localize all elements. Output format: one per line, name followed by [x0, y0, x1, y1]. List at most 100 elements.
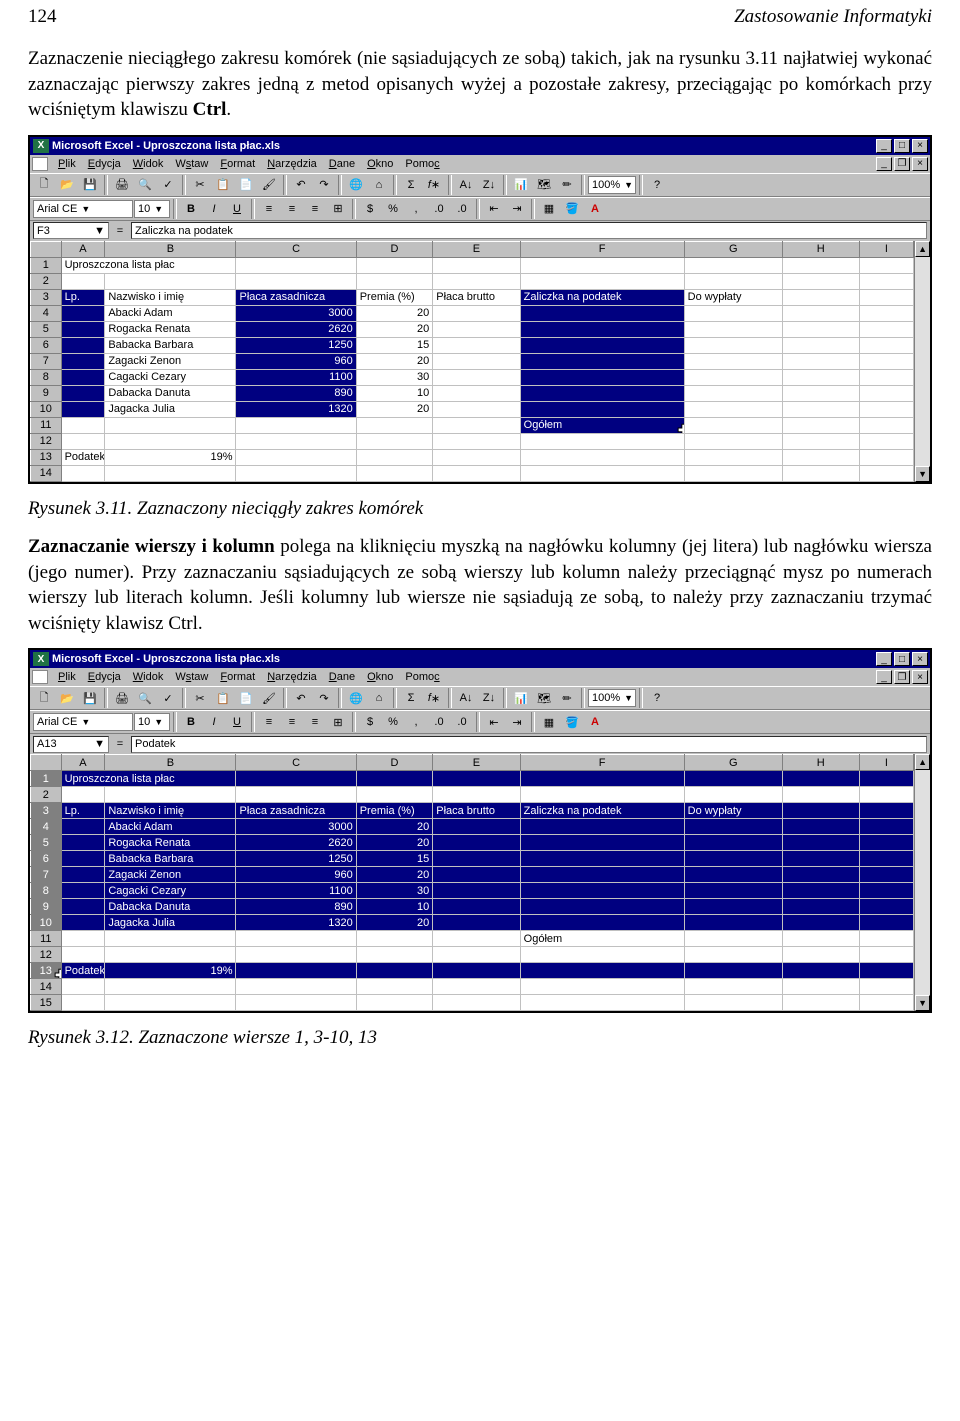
doc-restore-button[interactable]: ❐	[894, 157, 910, 171]
doc-minimize-button[interactable]: _	[876, 670, 892, 684]
borders-icon[interactable]: ▦	[538, 199, 560, 219]
decrease-decimal-icon[interactable]: .0	[451, 199, 473, 219]
maximize-button[interactable]: □	[894, 652, 910, 666]
sort-desc-icon[interactable]: Z↓	[478, 175, 500, 195]
help-icon[interactable]: ?	[646, 175, 668, 195]
cut-icon[interactable]: ✂	[189, 175, 211, 195]
sort-asc-icon[interactable]: A↓	[455, 688, 477, 708]
fill-color-icon[interactable]: 🪣	[561, 199, 583, 219]
menu-widok[interactable]: Widok	[127, 670, 170, 684]
menu-plik[interactable]: Plik	[52, 670, 82, 684]
menu-narzedzia[interactable]: Narzędzia	[261, 157, 323, 171]
redo-icon[interactable]: ↷	[313, 688, 335, 708]
menu-wstaw[interactable]: Wstaw	[169, 157, 214, 171]
currency-icon[interactable]: $	[359, 712, 381, 732]
chart-icon[interactable]: 📊	[510, 175, 532, 195]
format-painter-icon[interactable]: 🖌	[258, 688, 280, 708]
print-icon[interactable]: 🖨	[111, 688, 133, 708]
menu-format[interactable]: Format	[214, 670, 261, 684]
scroll-down-icon[interactable]: ▼	[915, 466, 930, 482]
font-name-combo[interactable]: Arial CE▼	[33, 200, 133, 218]
zoom-combo[interactable]: 100%▼	[588, 176, 636, 194]
scroll-up-icon[interactable]: ▲	[915, 241, 930, 257]
decrease-indent-icon[interactable]: ⇤	[483, 712, 505, 732]
menu-plik[interactable]: Plik	[52, 157, 82, 171]
scroll-down-icon[interactable]: ▼	[915, 995, 930, 1011]
format-painter-icon[interactable]: 🖌	[258, 175, 280, 195]
paste-icon[interactable]: 📄	[235, 688, 257, 708]
increase-indent-icon[interactable]: ⇥	[506, 199, 528, 219]
menu-okno[interactable]: Okno	[361, 670, 399, 684]
sort-asc-icon[interactable]: A↓	[455, 175, 477, 195]
comma-icon[interactable]: ,	[405, 199, 427, 219]
new-icon[interactable]: 🗋	[33, 175, 55, 195]
font-name-combo[interactable]: Arial CE▼	[33, 713, 133, 731]
font-color-icon[interactable]: A	[584, 199, 606, 219]
spreadsheet-grid[interactable]: ABCDEFGHI 1Uproszczona lista płac 2 3Lp.…	[30, 241, 914, 482]
align-left-icon[interactable]: ≡	[258, 712, 280, 732]
help-icon[interactable]: ?	[646, 688, 668, 708]
function-icon[interactable]: f∗	[423, 688, 445, 708]
minimize-button[interactable]: _	[876, 652, 892, 666]
menu-dane[interactable]: Dane	[323, 670, 361, 684]
column-headers[interactable]: ABCDEFGHI	[31, 755, 914, 771]
menu-pomoc[interactable]: Pomoc	[399, 670, 445, 684]
web-toolbar-icon[interactable]: ⌂	[368, 688, 390, 708]
paste-icon[interactable]: 📄	[235, 175, 257, 195]
align-center-icon[interactable]: ≡	[281, 199, 303, 219]
map-icon[interactable]: 🗺	[533, 688, 555, 708]
hyperlink-icon[interactable]: 🌐	[345, 688, 367, 708]
open-icon[interactable]: 📂	[56, 175, 78, 195]
redo-icon[interactable]: ↷	[313, 175, 335, 195]
vertical-scrollbar[interactable]: ▲ ▼	[914, 754, 930, 1011]
bold-icon[interactable]: B	[180, 199, 202, 219]
decrease-indent-icon[interactable]: ⇤	[483, 199, 505, 219]
increase-decimal-icon[interactable]: .0	[428, 199, 450, 219]
menu-edycja[interactable]: Edycja	[82, 157, 127, 171]
save-icon[interactable]: 💾	[79, 688, 101, 708]
function-icon[interactable]: f∗	[423, 175, 445, 195]
spreadsheet-grid[interactable]: ABCDEFGHI 1Uproszczona lista płac 2 3Lp.…	[30, 754, 914, 1011]
chart-icon[interactable]: 📊	[510, 688, 532, 708]
menu-pomoc[interactable]: Pomoc	[399, 157, 445, 171]
italic-icon[interactable]: I	[203, 199, 225, 219]
map-icon[interactable]: 🗺	[533, 175, 555, 195]
new-icon[interactable]: 🗋	[33, 688, 55, 708]
sort-desc-icon[interactable]: Z↓	[478, 688, 500, 708]
spellcheck-icon[interactable]: ✓	[157, 688, 179, 708]
percent-icon[interactable]: %	[382, 199, 404, 219]
preview-icon[interactable]: 🔍	[134, 175, 156, 195]
close-button[interactable]: ×	[912, 139, 928, 153]
menu-format[interactable]: Format	[214, 157, 261, 171]
increase-indent-icon[interactable]: ⇥	[506, 712, 528, 732]
menu-narzedzia[interactable]: Narzędzia	[261, 670, 323, 684]
maximize-button[interactable]: □	[894, 139, 910, 153]
drawing-icon[interactable]: ✏	[556, 688, 578, 708]
copy-icon[interactable]: 📋	[212, 175, 234, 195]
print-icon[interactable]: 🖨	[111, 175, 133, 195]
font-size-combo[interactable]: 10▼	[134, 713, 170, 731]
fill-color-icon[interactable]: 🪣	[561, 712, 583, 732]
undo-icon[interactable]: ↶	[290, 688, 312, 708]
scroll-up-icon[interactable]: ▲	[915, 754, 930, 770]
menu-edycja[interactable]: Edycja	[82, 670, 127, 684]
font-size-combo[interactable]: 10▼	[134, 200, 170, 218]
preview-icon[interactable]: 🔍	[134, 688, 156, 708]
web-toolbar-icon[interactable]: ⌂	[368, 175, 390, 195]
zoom-combo[interactable]: 100%▼	[588, 689, 636, 707]
merge-center-icon[interactable]: ⊞	[327, 199, 349, 219]
italic-icon[interactable]: I	[203, 712, 225, 732]
name-box[interactable]: F3▼	[33, 222, 109, 239]
menu-wstaw[interactable]: Wstaw	[169, 670, 214, 684]
autosum-icon[interactable]: Σ	[400, 175, 422, 195]
autosum-icon[interactable]: Σ	[400, 688, 422, 708]
menu-okno[interactable]: Okno	[361, 157, 399, 171]
drawing-icon[interactable]: ✏	[556, 175, 578, 195]
open-icon[interactable]: 📂	[56, 688, 78, 708]
bold-icon[interactable]: B	[180, 712, 202, 732]
comma-icon[interactable]: ,	[405, 712, 427, 732]
align-right-icon[interactable]: ≡	[304, 199, 326, 219]
formula-input[interactable]: Podatek	[131, 736, 927, 753]
vertical-scrollbar[interactable]: ▲ ▼	[914, 241, 930, 482]
name-box[interactable]: A13▼	[33, 736, 109, 753]
